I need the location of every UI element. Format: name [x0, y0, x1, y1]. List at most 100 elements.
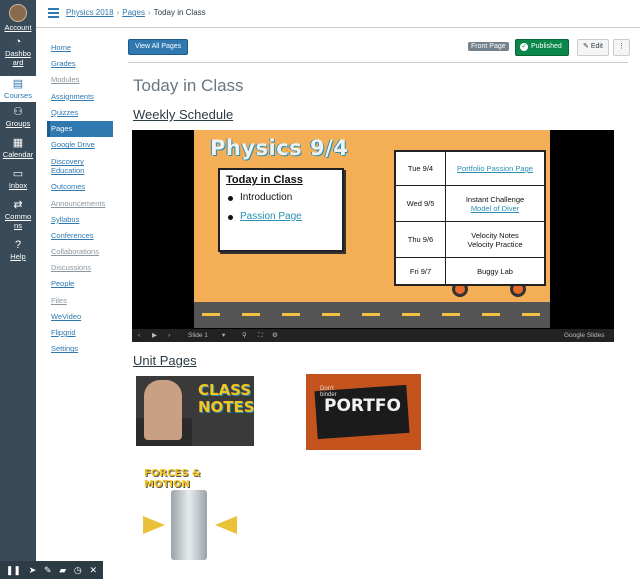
timer-icon[interactable]: ◷ [74, 561, 82, 579]
courses-icon: ▤ [12, 78, 24, 90]
bullet-link[interactable]: Passion Page [240, 211, 302, 222]
forces-motion-text: FORCES & MOTION [144, 468, 201, 490]
course-nav-modules[interactable]: Modules [47, 72, 113, 88]
breadcrumb: Physics 2018 › Pages › Today in Class [66, 8, 206, 17]
course-nav-announcements[interactable]: Announcements [47, 196, 113, 212]
eraser-icon[interactable]: ▰ [59, 561, 66, 579]
course-nav-home[interactable]: Home [47, 40, 113, 56]
class-notes-thumbnail[interactable]: CLASS NOTES [136, 376, 254, 446]
gear-icon[interactable]: ⚙ [272, 329, 278, 342]
unit-pages-heading: Unit Pages [133, 353, 197, 368]
today-box: Today in Class Introduction Passion Page [218, 168, 344, 252]
schedule-day: Tue 9/4 [396, 152, 446, 185]
road-graphic [194, 302, 550, 328]
portfolio-thumbnail[interactable]: Don't binder PORTFO [306, 374, 421, 450]
more-options-button[interactable]: ⋮ [613, 39, 630, 56]
portrait-graphic [144, 380, 182, 440]
course-nav-conferences[interactable]: Conferences [47, 228, 113, 244]
fullscreen-icon[interactable]: ⛶ [258, 329, 263, 342]
schedule-text: Velocity Notes [471, 230, 519, 240]
schedule-row: Thu 9/6 Velocity Notes Velocity Practice [396, 222, 544, 258]
pen-icon[interactable]: ✎ [44, 561, 52, 579]
slide-title: Physics 9/4 [210, 136, 349, 160]
chevron-right-icon: › [147, 8, 151, 17]
chevron-down-icon[interactable]: ▾ [222, 329, 225, 342]
schedule-task: Buggy Lab [446, 258, 544, 284]
front-page-badge: Front Page [468, 42, 509, 51]
recorder-toolbar: ❚❚ ➤ ✎ ▰ ◷ ✕ [0, 561, 103, 579]
schedule-row: Tue 9/4 Portfolio Passion Page [396, 152, 544, 186]
schedule-link[interactable]: Portfolio Passion Page [455, 164, 535, 173]
google-slides-brand: Google Slides [564, 332, 605, 339]
edit-button[interactable]: ✎ Edit [577, 39, 609, 56]
global-nav-inbox[interactable]: ▭ Inbox [0, 168, 36, 194]
global-nav: Account ◔ Dashboard ▤ Courses ⚇ Groups ▦… [0, 0, 36, 579]
course-nav-syllabus[interactable]: Syllabus [47, 212, 113, 228]
page-title: Today in Class [133, 76, 244, 95]
published-button[interactable]: ✓ Published [515, 39, 569, 56]
divider [128, 62, 628, 63]
course-nav-assignments[interactable]: Assignments [47, 89, 113, 105]
course-nav-outcomes[interactable]: Outcomes [47, 179, 113, 195]
arrow-left-icon [215, 516, 237, 534]
schedule-day: Wed 9/5 [396, 186, 446, 221]
calendar-icon: ▦ [12, 137, 24, 149]
check-circle-icon: ✓ [520, 43, 528, 51]
slides-embed[interactable]: Physics 9/4 Today in Class Introduction … [132, 130, 614, 342]
breadcrumb-pages[interactable]: Pages [122, 8, 145, 17]
slide-number[interactable]: Slide 1 [188, 329, 208, 342]
pause-icon[interactable]: ❚❚ [6, 561, 21, 579]
course-nav-collaborations[interactable]: Collaborations [47, 244, 113, 260]
global-nav-groups[interactable]: ⚇ Groups [0, 106, 36, 132]
global-nav-calendar[interactable]: ▦ Calendar [0, 137, 36, 163]
bullet-introduction: Introduction [226, 192, 336, 203]
course-nav-flipgrid[interactable]: Flipgrid [47, 325, 113, 341]
hamburger-icon[interactable] [48, 8, 59, 18]
help-icon: ? [14, 239, 22, 251]
schedule-task: Velocity Notes Velocity Practice [446, 222, 544, 257]
course-nav-discussions[interactable]: Discussions [47, 260, 113, 276]
global-nav-courses[interactable]: ▤ Courses [0, 76, 36, 102]
course-nav-grades[interactable]: Grades [47, 56, 113, 72]
course-nav-pages[interactable]: Pages [47, 120, 113, 138]
play-icon[interactable]: ▶ [152, 329, 157, 342]
forces-motion-thumbnail[interactable]: FORCES & MOTION [137, 462, 249, 562]
breadcrumb-course[interactable]: Physics 2018 [66, 8, 114, 17]
course-nav-wevideo[interactable]: WeVideo [47, 309, 113, 325]
course-nav-quizzes[interactable]: Quizzes [47, 105, 113, 121]
global-nav-label: Dashboard [5, 49, 31, 67]
groups-icon: ⚇ [13, 106, 23, 118]
next-icon[interactable]: › [168, 329, 170, 342]
global-nav-account[interactable]: Account [0, 4, 36, 32]
course-nav-files[interactable]: Files [47, 293, 113, 309]
close-icon[interactable]: ✕ [90, 561, 98, 579]
pointer-icon[interactable]: ⚲ [242, 329, 247, 342]
cursor-icon[interactable]: ➤ [29, 561, 37, 579]
avatar [9, 4, 27, 22]
global-nav-label: Calendar [2, 150, 34, 159]
global-nav-dashboard[interactable]: ◔ Dashboard [0, 36, 36, 72]
pencil-icon: ✎ [583, 43, 589, 50]
view-all-pages-button[interactable]: View All Pages [128, 39, 189, 55]
schedule-table: Tue 9/4 Portfolio Passion Page Wed 9/5 I… [394, 150, 546, 286]
course-nav-discovery-education[interactable]: Discovery Education [47, 153, 97, 179]
course-nav-settings[interactable]: Settings [47, 341, 113, 357]
schedule-link[interactable]: Model of Diver [471, 204, 519, 213]
global-nav-label: Account [4, 23, 32, 32]
slides-controls: ‹ ▶ › Slide 1 ▾ ⚲ ⛶ ⚙ Google Slides [132, 329, 614, 342]
previous-icon[interactable]: ‹ [138, 329, 140, 342]
schedule-day: Thu 9/6 [396, 222, 446, 257]
schedule-task: Instant Challenge Model of Diver [446, 186, 544, 221]
course-nav-google-drive[interactable]: Google Drive [47, 137, 113, 153]
arrow-right-icon [143, 516, 165, 534]
today-box-title: Today in Class [226, 174, 303, 186]
global-nav-help[interactable]: ? Help [0, 239, 36, 265]
course-nav-people[interactable]: People [47, 276, 113, 292]
edit-label: Edit [590, 43, 603, 50]
global-nav-commons[interactable]: ⇄ Commons [0, 199, 36, 235]
slide-canvas: Physics 9/4 Today in Class Introduction … [194, 130, 550, 328]
bullet-text: Introduction [240, 192, 293, 203]
portfolio-text: PORTFO [324, 396, 401, 416]
global-nav-label: Inbox [8, 181, 28, 190]
bullet-passion-page[interactable]: Passion Page [226, 211, 336, 222]
